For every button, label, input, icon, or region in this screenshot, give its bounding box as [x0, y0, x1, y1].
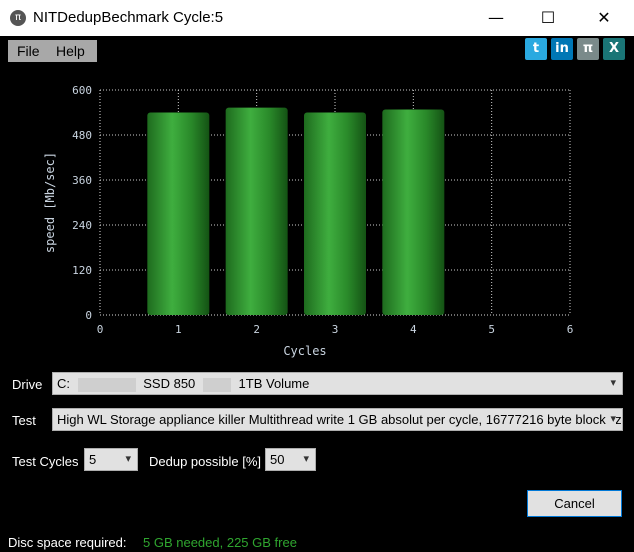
bar — [304, 112, 366, 315]
y-tick-label: 360 — [72, 174, 92, 187]
x-tick-label: 1 — [175, 323, 182, 336]
bar — [147, 112, 210, 315]
drive-label: Drive — [12, 377, 43, 392]
speed-chart: 0 120 240 360 480 600 0 1 2 3 4 5 6 Cycles speed [Mb/s… — [43, 84, 574, 358]
minimize-button[interactable]: — — [473, 0, 519, 36]
test-value: High WL Storage appliance killer Multith… — [57, 412, 623, 427]
x-axis-label: Cycles — [283, 344, 326, 358]
maximize-button[interactable]: ☐ — [525, 0, 571, 36]
disc-space-value: 5 GB needed, 225 GB free — [143, 535, 297, 550]
y-tick-label: 0 — [85, 309, 92, 322]
twitter-icon[interactable]: t — [525, 38, 547, 60]
y-tick-label: 240 — [72, 219, 92, 232]
x-tick-label: 5 — [488, 323, 495, 336]
title-bar: π NITDedupBechmark Cycle:5 — ☐ ✕ — [0, 0, 634, 36]
test-cycles-label: Test Cycles — [12, 454, 79, 469]
chevron-down-icon: ▾ — [610, 377, 616, 389]
x-tick-label: 2 — [253, 323, 260, 336]
y-tick-label: 120 — [72, 264, 92, 277]
test-select[interactable]: High WL Storage appliance killer Multith… — [52, 408, 623, 431]
dedup-label: Dedup possible [%] — [149, 454, 262, 469]
dedup-select[interactable]: 50 ▾ — [265, 448, 316, 471]
menu-bar: File Help — [8, 40, 97, 62]
close-button[interactable]: ✕ — [581, 0, 627, 36]
dedup-value: 50 — [270, 452, 285, 467]
menu-help[interactable]: Help — [56, 43, 85, 59]
drive-select[interactable]: C: SSD 850 1TB Volume ▾ — [52, 372, 623, 395]
drive-letter: C: — [57, 376, 70, 391]
x-tick-label: 6 — [567, 323, 574, 336]
app-logo-icon[interactable]: π — [577, 38, 599, 60]
bar — [382, 109, 445, 315]
x-tick-label: 3 — [332, 323, 339, 336]
bar — [225, 107, 288, 315]
chevron-down-icon: ▾ — [303, 453, 309, 465]
redacted-block — [202, 377, 231, 392]
linkedin-icon[interactable]: in — [551, 38, 573, 60]
y-tick-label: 600 — [72, 84, 92, 97]
x-tick-label: 4 — [410, 323, 417, 336]
test-cycles-select[interactable]: 5 ▾ — [84, 448, 138, 471]
cancel-button[interactable]: Cancel — [527, 490, 622, 517]
y-tick-label: 480 — [72, 129, 92, 142]
test-label: Test — [12, 413, 36, 428]
redacted-block — [77, 377, 136, 392]
app-icon: π — [10, 10, 26, 26]
drive-model: SSD 850 — [143, 376, 196, 391]
xing-icon[interactable]: X — [603, 38, 625, 60]
window-title: NITDedupBechmark Cycle:5 — [33, 9, 224, 26]
menu-file[interactable]: File — [17, 43, 40, 59]
disc-space-label: Disc space required: — [8, 535, 127, 550]
x-tick-label: 0 — [97, 323, 104, 336]
test-cycles-value: 5 — [89, 452, 97, 467]
chevron-down-icon: ▾ — [125, 453, 131, 465]
chevron-down-icon: ▾ — [606, 409, 616, 430]
y-axis-label: speed [Mb/sec] — [43, 152, 57, 253]
drive-size: 1TB Volume — [238, 376, 310, 391]
